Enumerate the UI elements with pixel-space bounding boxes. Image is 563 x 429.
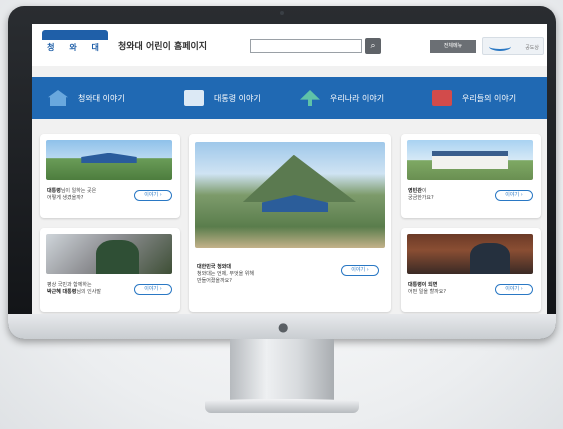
bluehouse-photo [46, 140, 172, 180]
card-greeting-bold: 박근혜 대통령 [47, 289, 77, 295]
card-history-line2: 청와대는 언제, 무엇을 위해 [197, 271, 254, 277]
main-nav: 청와대 이야기 대통령 이야기 우리나라 이야기 우리들의 이야기 [32, 77, 547, 119]
card-history-more-button[interactable]: 이야기 › [341, 265, 379, 276]
nav-item-cheongwadae[interactable]: 청와대 이야기 [48, 77, 125, 119]
card-office-more-button[interactable]: 이야기 › [134, 190, 172, 201]
tree-icon [300, 90, 320, 106]
monitor-bezel: 청 와 대 청와대 어린이 홈페이지 ⌕ 전체메뉴 공도상 청와대 이야기 대통… [8, 6, 556, 339]
president-photo [46, 234, 172, 274]
book-icon [184, 90, 204, 106]
card-history-text: 대한민국 청와대 청와대는 언제, 무엇을 위해 만들어졌을까요? [197, 264, 254, 285]
card-office-bold: 대통령 [47, 188, 61, 194]
monitor-base [205, 399, 359, 413]
card-guesthouse-line1: 이 [421, 188, 427, 194]
card-guesthouse[interactable]: 영빈관이 궁금한가요? 이야기 › [401, 134, 541, 218]
site-title: 청와대 어린이 홈페이지 [118, 42, 208, 52]
card-greeting-more-button[interactable]: 이야기 › [134, 284, 172, 295]
nav-item-our-stories[interactable]: 우리들의 이야기 [432, 77, 516, 119]
camera-dot [280, 11, 284, 15]
card-history[interactable]: 대한민국 청와대 청와대는 언제, 무엇을 위해 만들어졌을까요? 이야기 › [189, 134, 391, 312]
card-guesthouse-more-button[interactable]: 이야기 › [495, 190, 533, 201]
nav-item-label: 우리나라 이야기 [330, 93, 385, 103]
apple-logo-icon: ● [278, 320, 289, 334]
partner-logo[interactable]: 공도상 [482, 37, 544, 55]
all-menu-button[interactable]: 전체메뉴 [430, 40, 476, 53]
monitor-chin: ● [8, 314, 556, 339]
nav-item-president[interactable]: 대통령 이야기 [184, 77, 261, 119]
cheongwadae-logo[interactable]: 청 와 대 [38, 30, 114, 62]
card-guesthouse-text: 영빈관이 궁금한가요? [408, 188, 434, 202]
card-president-work-text: 대통령이 되면 어떤 일을 할까요? [408, 282, 446, 296]
card-guesthouse-line2: 궁금한가요? [408, 195, 434, 201]
card-office-line1: 님이 일하는 곳은 [60, 188, 97, 194]
more-label: 이야기 [351, 267, 366, 273]
card-greeting-line2: 님의 인사말 [76, 289, 101, 295]
box-icon [432, 90, 452, 106]
browser-screen: 청 와 대 청와대 어린이 홈페이지 ⌕ 전체메뉴 공도상 청와대 이야기 대통… [32, 24, 547, 320]
site-header: 청 와 대 청와대 어린이 홈페이지 ⌕ 전체메뉴 공도상 [32, 24, 547, 66]
more-label: 이야기 [144, 286, 159, 292]
nav-item-label: 우리들의 이야기 [462, 93, 517, 103]
more-label: 이야기 [505, 192, 520, 198]
card-president-work-bold: 대통령이 되면 [408, 282, 438, 288]
search-button[interactable]: ⌕ [365, 38, 381, 54]
all-menu-label: 전체메뉴 [443, 43, 463, 49]
nav-item-label: 대통령 이야기 [214, 93, 261, 103]
search-icon: ⌕ [370, 41, 376, 51]
meeting-photo [407, 234, 533, 274]
monitor-stand [230, 339, 334, 401]
logo-roof-icon [42, 30, 108, 40]
card-history-title: 대한민국 청와대 [197, 264, 231, 270]
nav-item-label: 청와대 이야기 [78, 93, 125, 103]
guesthouse-photo [407, 140, 533, 180]
card-office-line2: 어떻게 생겼을까? [47, 195, 84, 201]
nav-item-country[interactable]: 우리나라 이야기 [300, 77, 384, 119]
card-president-work[interactable]: 대통령이 되면 어떤 일을 할까요? 이야기 › [401, 228, 541, 312]
partner-label: 공도상 [525, 45, 539, 51]
card-guesthouse-bold: 영빈관 [408, 188, 422, 194]
card-history-line3: 만들어졌을까요? [197, 278, 232, 284]
house-icon [48, 90, 68, 106]
swoosh-icon [489, 42, 511, 51]
card-office-text: 대통령님이 일하는 곳은 어떻게 생겼을까? [47, 188, 96, 202]
more-label: 이야기 [144, 192, 159, 198]
card-greeting[interactable]: 평상 국민과 함께하는 박근혜 대통령님의 인사말 이야기 › [40, 228, 180, 312]
more-label: 이야기 [505, 286, 520, 292]
logo-text: 청 와 대 [47, 43, 105, 52]
card-office[interactable]: 대통령님이 일하는 곳은 어떻게 생겼을까? 이야기 › [40, 134, 180, 218]
cheongwadae-mountain-photo [195, 142, 385, 248]
card-greeting-text: 평상 국민과 함께하는 박근혜 대통령님의 인사말 [47, 282, 101, 296]
card-greeting-line1: 평상 국민과 함께하는 [47, 282, 92, 288]
search-input[interactable] [250, 39, 362, 53]
card-president-work-line2: 어떤 일을 할까요? [408, 289, 447, 295]
card-president-work-more-button[interactable]: 이야기 › [495, 284, 533, 295]
